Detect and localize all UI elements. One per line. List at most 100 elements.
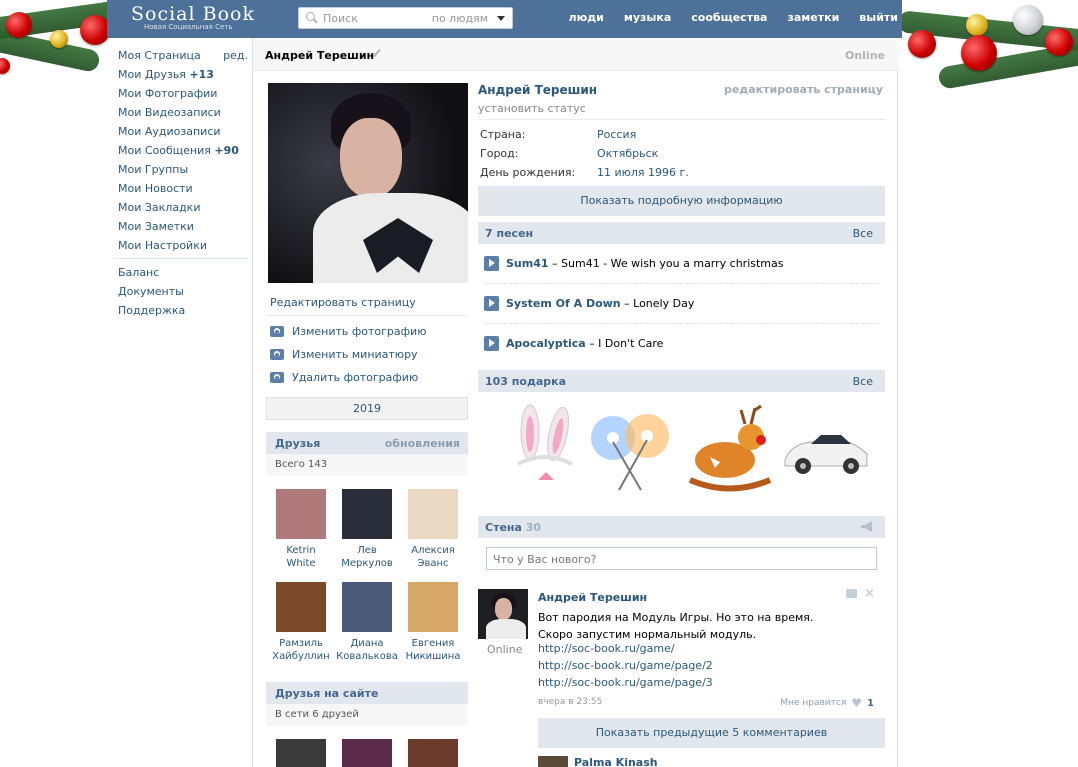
sports-car-gift-icon[interactable] (781, 402, 871, 492)
change-thumbnail-link[interactable]: Изменить миниатюру (270, 348, 418, 361)
friend-avatar[interactable] (342, 582, 392, 632)
gifts-header[interactable]: 103 подарка Все (478, 370, 885, 392)
divider (484, 283, 879, 284)
friends-updates-link[interactable]: обновления (385, 437, 460, 450)
friend-card[interactable]: Рамзиль Хайбуллин (268, 582, 334, 663)
like-label[interactable]: Мне нравится (780, 698, 846, 708)
menu-my-news[interactable]: Мои Новости (113, 179, 248, 198)
music-all-link[interactable]: Все (853, 227, 873, 240)
sparklers-gift-icon[interactable] (585, 402, 675, 492)
menu-my-audio[interactable]: Мои Аудиозаписи (113, 122, 248, 141)
birthday-link[interactable]: 11 июля 1996 г. (597, 166, 689, 179)
friend-avatar[interactable] (276, 489, 326, 539)
nav-music[interactable]: музыка (624, 11, 671, 24)
friend-card[interactable]: Алексия Эванс (400, 489, 466, 570)
menu-my-groups[interactable]: Мои Группы (113, 160, 248, 179)
nav-notes[interactable]: заметки (787, 11, 839, 24)
post-link[interactable]: http://soc-book.ru/game/ (538, 642, 675, 655)
friend-card[interactable] (400, 739, 466, 767)
friends-online-header[interactable]: Друзья на сайте (266, 682, 468, 704)
set-status-link[interactable]: установить статус (478, 102, 586, 115)
search-scope-select[interactable]: по людям (432, 12, 488, 25)
bunny-ears-gift-icon[interactable] (500, 402, 590, 492)
friend-avatar[interactable] (408, 739, 458, 767)
friend-avatar[interactable] (276, 739, 326, 767)
menu-documents[interactable]: Документы (113, 282, 248, 301)
menu-my-notes[interactable]: Мои Заметки (113, 217, 248, 236)
wall-post-input[interactable]: Что у Вас нового? (486, 547, 877, 570)
change-photo-link[interactable]: Изменить фотографию (270, 325, 426, 338)
megaphone-icon[interactable] (861, 521, 873, 532)
edit-page-link[interactable]: Редактировать страницу (270, 296, 416, 309)
friends-online-title[interactable]: Друзья на сайте (275, 687, 378, 700)
menu-edit-link[interactable]: ред. (223, 46, 248, 65)
menu-my-settings[interactable]: Мои Настройки (113, 236, 248, 255)
nav-communities[interactable]: сообщества (691, 11, 767, 24)
post-link[interactable]: http://soc-book.ru/game/page/3 (538, 676, 713, 689)
edit-page-button[interactable]: редактировать страницу (724, 83, 883, 96)
top-header: Social Book Новая Социальная Сеть Поиск … (107, 0, 902, 38)
menu-my-messages[interactable]: Мои Сообщения +90 (113, 141, 248, 160)
friends-total: Всего 143 (266, 454, 468, 476)
friend-card[interactable]: Ketrin White (268, 489, 334, 570)
comment-icon[interactable] (846, 589, 858, 598)
friend-avatar[interactable] (408, 582, 458, 632)
gifts-title[interactable]: 103 подарка (485, 375, 566, 388)
menu-my-videos[interactable]: Мои Видеозаписи (113, 103, 248, 122)
menu-my-photos[interactable]: Мои Фотографии (113, 84, 248, 103)
friend-card[interactable]: Диана Ковалькова (334, 582, 400, 663)
audio-track[interactable]: Sum41 – Sum41 - We wish you a marry chri… (484, 256, 784, 271)
wall-count: 30 (525, 521, 542, 534)
delete-photo-link[interactable]: Удалить фотографию (270, 371, 418, 384)
friend-card[interactable]: Евгения Никишина (400, 582, 466, 663)
profile-photo[interactable] (268, 83, 468, 283)
friends-count-badge: +13 (189, 68, 214, 81)
gifts-all-link[interactable]: Все (853, 375, 873, 388)
city-link[interactable]: Октябрьск (597, 147, 658, 160)
comment-author-avatar[interactable] (538, 756, 568, 767)
post-author-online: Online (487, 643, 523, 656)
friend-card[interactable] (268, 739, 334, 767)
play-icon[interactable] (484, 336, 499, 351)
play-icon[interactable] (484, 256, 499, 271)
post-author-avatar[interactable] (478, 589, 528, 639)
show-details-button[interactable]: Показать подробную информацию (478, 186, 885, 216)
friends-title[interactable]: Друзья (275, 437, 320, 450)
year-button[interactable]: 2019 (266, 397, 468, 420)
close-icon[interactable]: × (864, 587, 875, 600)
friend-avatar[interactable] (342, 489, 392, 539)
wall-header[interactable]: Стена 30 (478, 516, 885, 538)
messages-count-badge: +90 (214, 144, 239, 157)
chevron-down-icon[interactable] (497, 16, 505, 21)
wall-title[interactable]: Стена (485, 521, 522, 534)
nav-people[interactable]: люди (569, 11, 604, 24)
friend-avatar[interactable] (408, 489, 458, 539)
play-icon[interactable] (484, 296, 499, 311)
menu-my-bookmarks[interactable]: Мои Закладки (113, 198, 248, 217)
comment-author-name[interactable]: Palma Kinash (574, 756, 658, 767)
friend-avatar[interactable] (342, 739, 392, 767)
rocking-deer-gift-icon[interactable] (685, 402, 775, 492)
country-link[interactable]: Россия (597, 128, 636, 141)
music-header[interactable]: 7 песен Все (478, 222, 885, 244)
audio-track[interactable]: Apocalyptica – I Don't Care (484, 336, 663, 351)
search-input[interactable]: Поиск по людям (298, 7, 513, 29)
friend-card[interactable] (334, 739, 400, 767)
menu-my-friends[interactable]: Мои Друзья +13 (113, 65, 248, 84)
post-link[interactable]: http://soc-book.ru/game/page/2 (538, 659, 713, 672)
friends-header[interactable]: Друзья обновления (266, 432, 468, 454)
post-date[interactable]: вчера в 23:55 (538, 697, 602, 707)
heart-icon[interactable]: ♥ (851, 696, 862, 710)
nav-logout[interactable]: выйти (859, 11, 898, 24)
friends-online-count: В сети 6 друзей (266, 704, 468, 726)
menu-support[interactable]: Поддержка (113, 301, 248, 320)
show-previous-comments-button[interactable]: Показать предыдущие 5 комментариев (538, 718, 885, 748)
friend-card[interactable]: Лев Меркулов (334, 489, 400, 570)
post-author-name[interactable]: Андрей Терешин (538, 591, 647, 604)
audio-track[interactable]: System Of A Down – Lonely Day (484, 296, 694, 311)
music-title[interactable]: 7 песен (485, 227, 533, 240)
friend-avatar[interactable] (276, 582, 326, 632)
menu-balance[interactable]: Баланс (113, 263, 248, 282)
like-button[interactable]: Мне нравится ♥ 1 (780, 696, 874, 710)
logo[interactable]: Social Book (131, 3, 255, 25)
